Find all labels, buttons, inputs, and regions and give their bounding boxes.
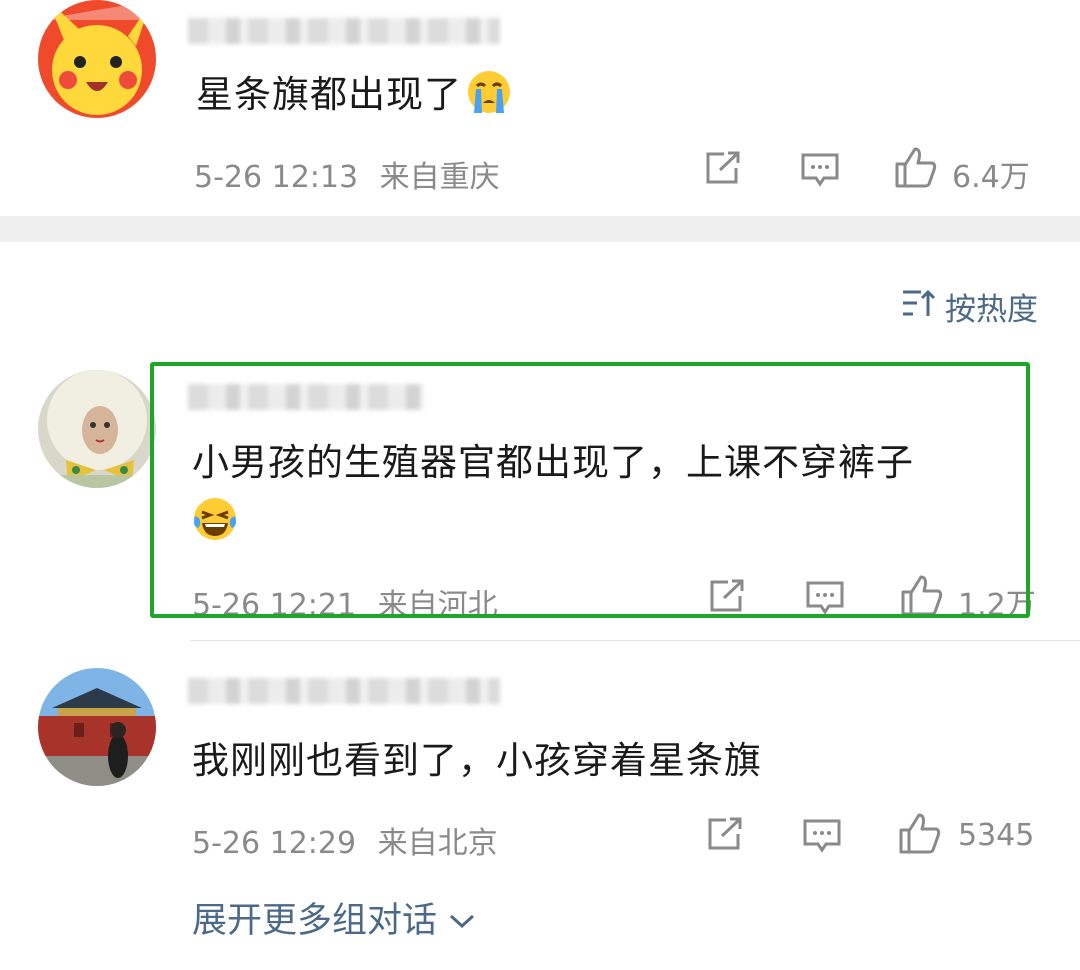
location: 来自重庆 [379, 160, 500, 195]
share-icon[interactable] [706, 816, 744, 856]
expand-more-button[interactable]: 展开更多组对话 [192, 892, 475, 943]
palace-avatar[interactable] [38, 668, 156, 786]
comment-meta: 5-26 12:13 来自重庆 [194, 152, 500, 196]
comment-divider [190, 640, 1080, 641]
username-blurred[interactable] [188, 678, 500, 704]
sort-button[interactable]: 按热度 [901, 284, 1038, 329]
expand-label: 展开更多组对话 [192, 901, 438, 941]
timestamp: 5-26 12:29 [192, 826, 357, 861]
sort-icon [901, 288, 936, 326]
crying-face-emoji [466, 69, 512, 115]
chevron-down-icon [449, 898, 475, 938]
section-divider [0, 216, 1080, 242]
comment-meta: 5-26 12:29 来自北京 [192, 818, 498, 862]
comment-text: 星条旗都出现了 [196, 68, 512, 122]
like-icon[interactable] [894, 145, 938, 193]
like-icon[interactable] [898, 811, 942, 859]
timestamp: 5-26 12:13 [194, 160, 359, 195]
like-count: 6.4万 [952, 160, 1030, 195]
username-blurred[interactable] [188, 18, 500, 44]
share-icon[interactable] [704, 150, 742, 190]
comment-icon[interactable] [800, 152, 840, 192]
location: 来自北京 [377, 826, 498, 861]
comment-text: 我刚刚也看到了，小孩穿着星条旗 [192, 739, 762, 782]
comment-thread: 星条旗都出现了 5-26 12:13 来自重庆 6.4万 按热度 小男孩的生殖器… [0, 0, 1080, 970]
comment-icon[interactable] [802, 818, 842, 858]
sort-label: 按热度 [945, 292, 1038, 328]
highlight-box [150, 362, 1030, 618]
like-count: 5345 [958, 818, 1035, 853]
pikachu-avatar[interactable] [38, 0, 156, 118]
doll-avatar[interactable] [38, 370, 156, 488]
